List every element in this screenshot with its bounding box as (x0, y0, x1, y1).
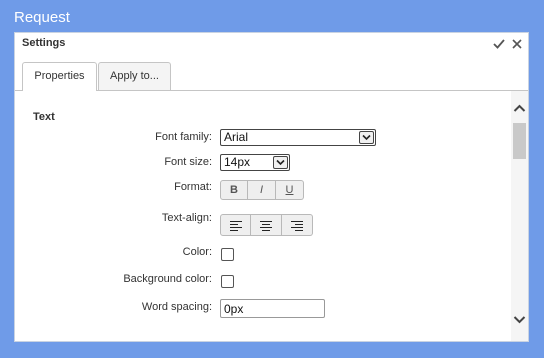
underline-button[interactable]: U (276, 180, 304, 200)
align-center-button[interactable] (251, 214, 282, 236)
chevron-down-icon (273, 156, 288, 169)
properties-panel: Text Font family: Arial Font size: 14px … (15, 91, 528, 341)
format-label: Format: (174, 181, 212, 193)
app-title: Request (14, 9, 70, 26)
background-color-checkbox[interactable] (221, 275, 234, 288)
tab-apply-to[interactable]: Apply to... (98, 62, 171, 90)
align-right-button[interactable] (282, 214, 313, 236)
text-align-button-group (220, 214, 313, 236)
font-size-label: Font size: (164, 156, 212, 168)
font-family-select[interactable]: Arial (220, 129, 376, 146)
tab-properties[interactable]: Properties (22, 62, 97, 91)
scroll-up-icon[interactable] (511, 99, 528, 119)
bold-button[interactable]: B (220, 180, 248, 200)
vertical-scrollbar[interactable] (511, 91, 528, 341)
background-color-label: Background color: (123, 273, 212, 285)
align-left-icon (229, 221, 242, 231)
color-label: Color: (182, 246, 212, 258)
word-spacing-input[interactable] (220, 299, 325, 318)
scroll-thumb[interactable] (513, 123, 526, 159)
dialog-header: Settings (15, 33, 528, 55)
align-left-button[interactable] (220, 214, 251, 236)
font-family-value: Arial (224, 130, 249, 144)
align-center-icon (260, 221, 272, 231)
scroll-down-icon[interactable] (511, 309, 528, 329)
italic-button[interactable]: I (248, 180, 276, 200)
chevron-down-icon (359, 131, 374, 144)
word-spacing-label: Word spacing: (141, 301, 212, 313)
settings-dialog: Settings Properties Apply to... Text Fon… (14, 32, 529, 342)
close-icon[interactable] (510, 37, 524, 51)
font-family-label: Font family: (155, 131, 212, 143)
format-button-group: B I U (220, 180, 304, 200)
font-size-value: 14px (224, 155, 251, 169)
font-size-select[interactable]: 14px (220, 154, 290, 171)
color-checkbox[interactable] (221, 248, 234, 261)
section-label-text: Text (33, 111, 55, 123)
align-right-icon (291, 221, 303, 231)
dialog-title: Settings (22, 37, 66, 49)
text-align-label: Text-align: (161, 212, 212, 224)
tab-strip: Properties Apply to... (15, 55, 528, 91)
checkmark-icon[interactable] (492, 37, 506, 51)
